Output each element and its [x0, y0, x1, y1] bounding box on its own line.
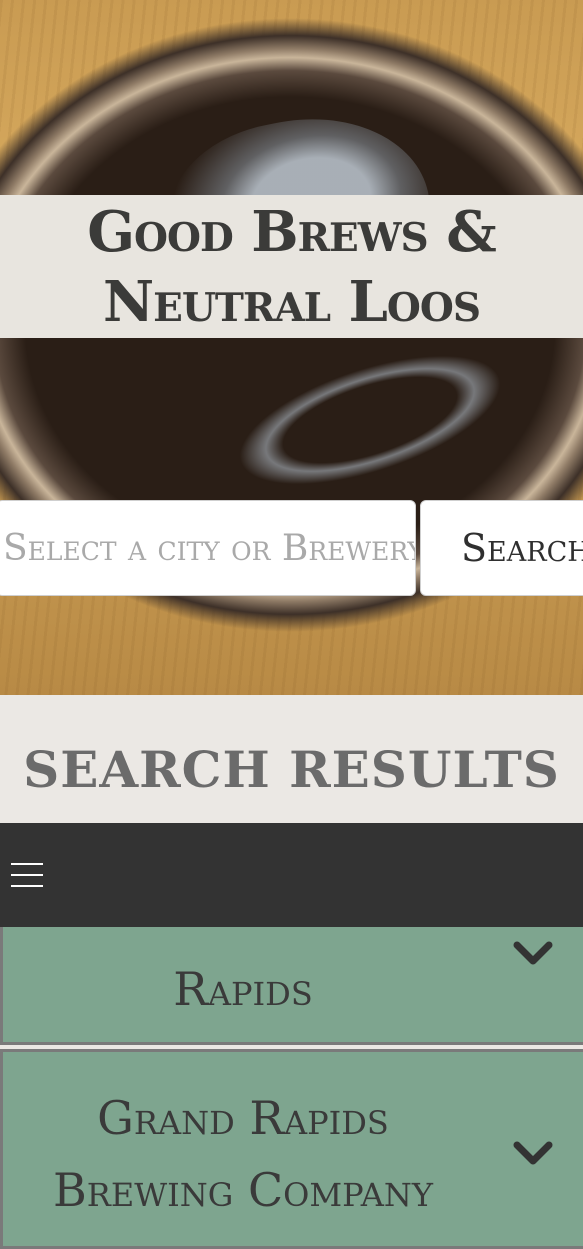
- chevron-down-icon[interactable]: [513, 1139, 553, 1169]
- result-card-title: Grand Rapids Brewing Company: [3, 1082, 483, 1226]
- navbar: [0, 823, 583, 927]
- search-bar: Search: [0, 500, 583, 598]
- result-card-title-line2: Brewing Company: [53, 1163, 433, 1217]
- search-input[interactable]: [0, 500, 416, 596]
- search-button[interactable]: Search: [420, 500, 583, 596]
- result-card-title: Rapids: [173, 962, 313, 1016]
- result-card[interactable]: Grand Rapids Brewing Company: [0, 1049, 583, 1249]
- site-title: Good Brews & Neutral Loos: [87, 197, 497, 337]
- site-title-line2: Neutral Loos: [102, 268, 481, 335]
- results-heading: SEARCH RESULTS: [23, 740, 560, 799]
- chevron-down-icon[interactable]: [513, 939, 553, 969]
- result-card-title-line1: Grand Rapids: [97, 1091, 389, 1145]
- site-title-band: Good Brews & Neutral Loos: [0, 195, 583, 338]
- hamburger-menu-icon[interactable]: [11, 863, 43, 887]
- site-title-line1: Good Brews &: [87, 198, 497, 265]
